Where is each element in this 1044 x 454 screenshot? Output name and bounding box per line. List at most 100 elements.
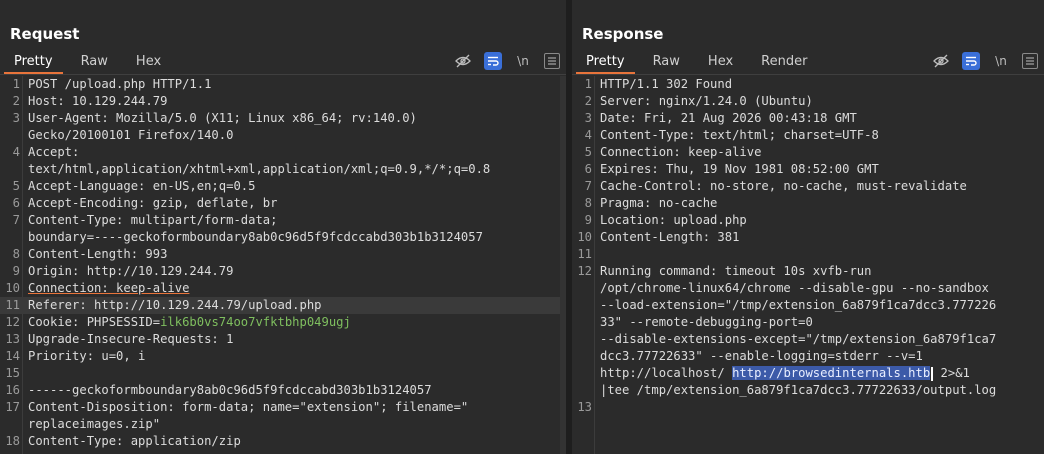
- code-token: HTTP/1.1 302 Found: [600, 77, 733, 91]
- code-line: 2 Host: 10.129.244.79: [0, 93, 566, 110]
- tab-divider: [572, 74, 1044, 75]
- wrap-lines-icon[interactable]: [484, 52, 502, 70]
- code-line: 1 POST /upload.php HTTP/1.1: [0, 76, 566, 93]
- code-token: |tee /tmp/extension_6a879f1ca7dcc3.77722…: [600, 383, 997, 397]
- code-line: 2 Server: nginx/1.24.0 (Ubuntu): [572, 93, 1044, 110]
- line-number: 1: [584, 77, 592, 91]
- wrap-lines-icon[interactable]: [962, 52, 980, 70]
- line-number: 11: [577, 247, 592, 261]
- line-number: 13: [5, 332, 20, 346]
- code-token: Content-Type: application/zip: [28, 434, 241, 448]
- line-number: 5: [12, 179, 20, 193]
- line-text: Accept-Language: en-US,en;q=0.5: [20, 178, 255, 195]
- code-token: Content-Disposition: form-data; name="ex…: [28, 400, 469, 414]
- menu-icon[interactable]: [544, 53, 560, 69]
- code-line: 8 Pragma: no-cache: [572, 195, 1044, 212]
- code-token: Connection: keep-alive: [600, 145, 762, 159]
- code-line: 18 Content-Type: application/zip: [0, 433, 566, 450]
- line-number: 5: [584, 145, 592, 159]
- code-token: http://localhost/: [600, 366, 733, 380]
- eye-off-icon[interactable]: [932, 52, 950, 70]
- newline-toggle[interactable]: \n: [992, 52, 1010, 70]
- code-token: dcc3.77722633" --enable-logging=stderr -…: [600, 349, 923, 363]
- code-token: Accept:: [28, 145, 80, 159]
- eye-off-icon[interactable]: [454, 52, 472, 70]
- line-text: --load-extension="/tmp/extension_6a879f1…: [592, 297, 996, 314]
- code-line: text/html,application/xhtml+xml,applicat…: [0, 161, 566, 178]
- line-number: [572, 280, 592, 297]
- code-line: 5 Connection: keep-alive: [572, 144, 1044, 161]
- tab-hex[interactable]: Hex: [126, 52, 171, 72]
- code-line: 5 Accept-Language: en-US,en;q=0.5: [0, 178, 566, 195]
- code-line: 12 Cookie: PHPSESSID=ilk6b0vs74oo7vfktbhp…: [0, 314, 566, 331]
- code-line: 12 Running command: timeout 10s xvfb-run: [572, 263, 1044, 280]
- line-number: 13: [577, 400, 592, 414]
- code-line: 4 Accept:: [0, 144, 566, 161]
- line-text: Origin: http://10.129.244.79: [20, 263, 233, 280]
- code-line: 13: [572, 399, 1044, 416]
- line-number: 10: [577, 230, 592, 244]
- code-token: Content-Length: 993: [28, 247, 168, 261]
- line-number: 12: [5, 315, 20, 329]
- code-line: 13 Upgrade-Insecure-Requests: 1: [0, 331, 566, 348]
- line-number: 4: [12, 145, 20, 159]
- code-line: 9 Origin: http://10.129.244.79: [0, 263, 566, 280]
- code-line: |tee /tmp/extension_6a879f1ca7dcc3.77722…: [572, 382, 1044, 399]
- line-number: 1: [12, 77, 20, 91]
- menu-icon[interactable]: [1022, 53, 1038, 69]
- code-line: 3 Date: Fri, 21 Aug 2026 00:43:18 GMT: [572, 110, 1044, 127]
- line-text: [20, 365, 28, 382]
- line-text: [592, 246, 600, 263]
- line-text: Upgrade-Insecure-Requests: 1: [20, 331, 233, 348]
- tab-render[interactable]: Render: [751, 52, 817, 72]
- code-token: Connection: keep-alive: [28, 281, 190, 295]
- tab-pretty[interactable]: Pretty: [4, 52, 63, 74]
- tab-divider: [0, 74, 566, 75]
- tab-raw[interactable]: Raw: [643, 52, 690, 72]
- code-line: replaceimages.zip": [0, 416, 566, 433]
- code-line: 9 Location: upload.php: [572, 212, 1044, 229]
- line-text: Host: 10.129.244.79: [20, 93, 167, 110]
- response-editor[interactable]: 1 HTTP/1.1 302 Found 2 Server: nginx/1.24.0…: [572, 76, 1044, 454]
- code-token: --disable-extensions-except="/tmp/extens…: [600, 332, 997, 346]
- line-number: 16: [5, 383, 20, 397]
- code-line: 10 Content-Length: 381: [572, 229, 1044, 246]
- code-line: boundary=----geckoformboundary8ab0c96d5f…: [0, 229, 566, 246]
- code-line: 11 Referer: http://10.129.244.79/upload.p…: [0, 297, 566, 314]
- request-tabs: Pretty Raw Hex: [4, 52, 179, 74]
- line-number: 14: [5, 349, 20, 363]
- code-line: Gecko/20100101 Firefox/140.0: [0, 127, 566, 144]
- response-toolbar: \n: [920, 52, 1038, 70]
- code-token: Cache-Control: no-store, no-cache, must-…: [600, 179, 967, 193]
- line-text: http://localhost/ http://browsedinternal…: [592, 365, 970, 382]
- tab-pretty[interactable]: Pretty: [576, 52, 635, 74]
- line-text: Location: upload.php: [592, 212, 747, 229]
- code-token: POST /upload.php HTTP/1.1: [28, 77, 212, 91]
- line-text: Running command: timeout 10s xvfb-run: [592, 263, 872, 280]
- code-token: Gecko/20100101 Firefox/140.0: [28, 128, 234, 142]
- tab-hex[interactable]: Hex: [698, 52, 743, 72]
- code-token: /opt/chrome-linux64/chrome --disable-gpu…: [600, 281, 989, 295]
- tab-raw[interactable]: Raw: [71, 52, 118, 72]
- request-editor[interactable]: 1 POST /upload.php HTTP/1.1 2 Host: 10.129.…: [0, 76, 566, 454]
- code-token: Content-Type: text/html; charset=UTF-8: [600, 128, 879, 142]
- line-text: /opt/chrome-linux64/chrome --disable-gpu…: [592, 280, 989, 297]
- code-token: Host: 10.129.244.79: [28, 94, 168, 108]
- code-line: 10 Connection: keep-alive: [0, 280, 566, 297]
- newline-toggle[interactable]: \n: [514, 52, 532, 70]
- line-number: 9: [584, 213, 592, 227]
- line-text: Cookie: PHPSESSID=ilk6b0vs74oo7vfktbhp04…: [20, 314, 351, 331]
- code-token: Running command: timeout 10s xvfb-run: [600, 264, 872, 278]
- code-token: ------geckoformboundary8ab0c96d5f9fcdcca…: [28, 383, 432, 397]
- line-text: Server: nginx/1.24.0 (Ubuntu): [592, 93, 813, 110]
- line-number: 8: [12, 247, 20, 261]
- line-number: 17: [5, 400, 20, 414]
- code-line: 15: [0, 365, 566, 382]
- line-text: Content-Type: multipart/form-data;: [20, 212, 277, 229]
- line-number: 12: [577, 264, 592, 278]
- line-text: Referer: http://10.129.244.79/upload.php: [20, 297, 322, 314]
- code-token: 33" --remote-debugging-port=0: [600, 315, 813, 329]
- request-code: 1 POST /upload.php HTTP/1.1 2 Host: 10.129.…: [0, 76, 566, 450]
- line-number: 7: [12, 213, 20, 227]
- code-token: User-Agent: Mozilla/5.0 (X11; Linux x86_…: [28, 111, 417, 125]
